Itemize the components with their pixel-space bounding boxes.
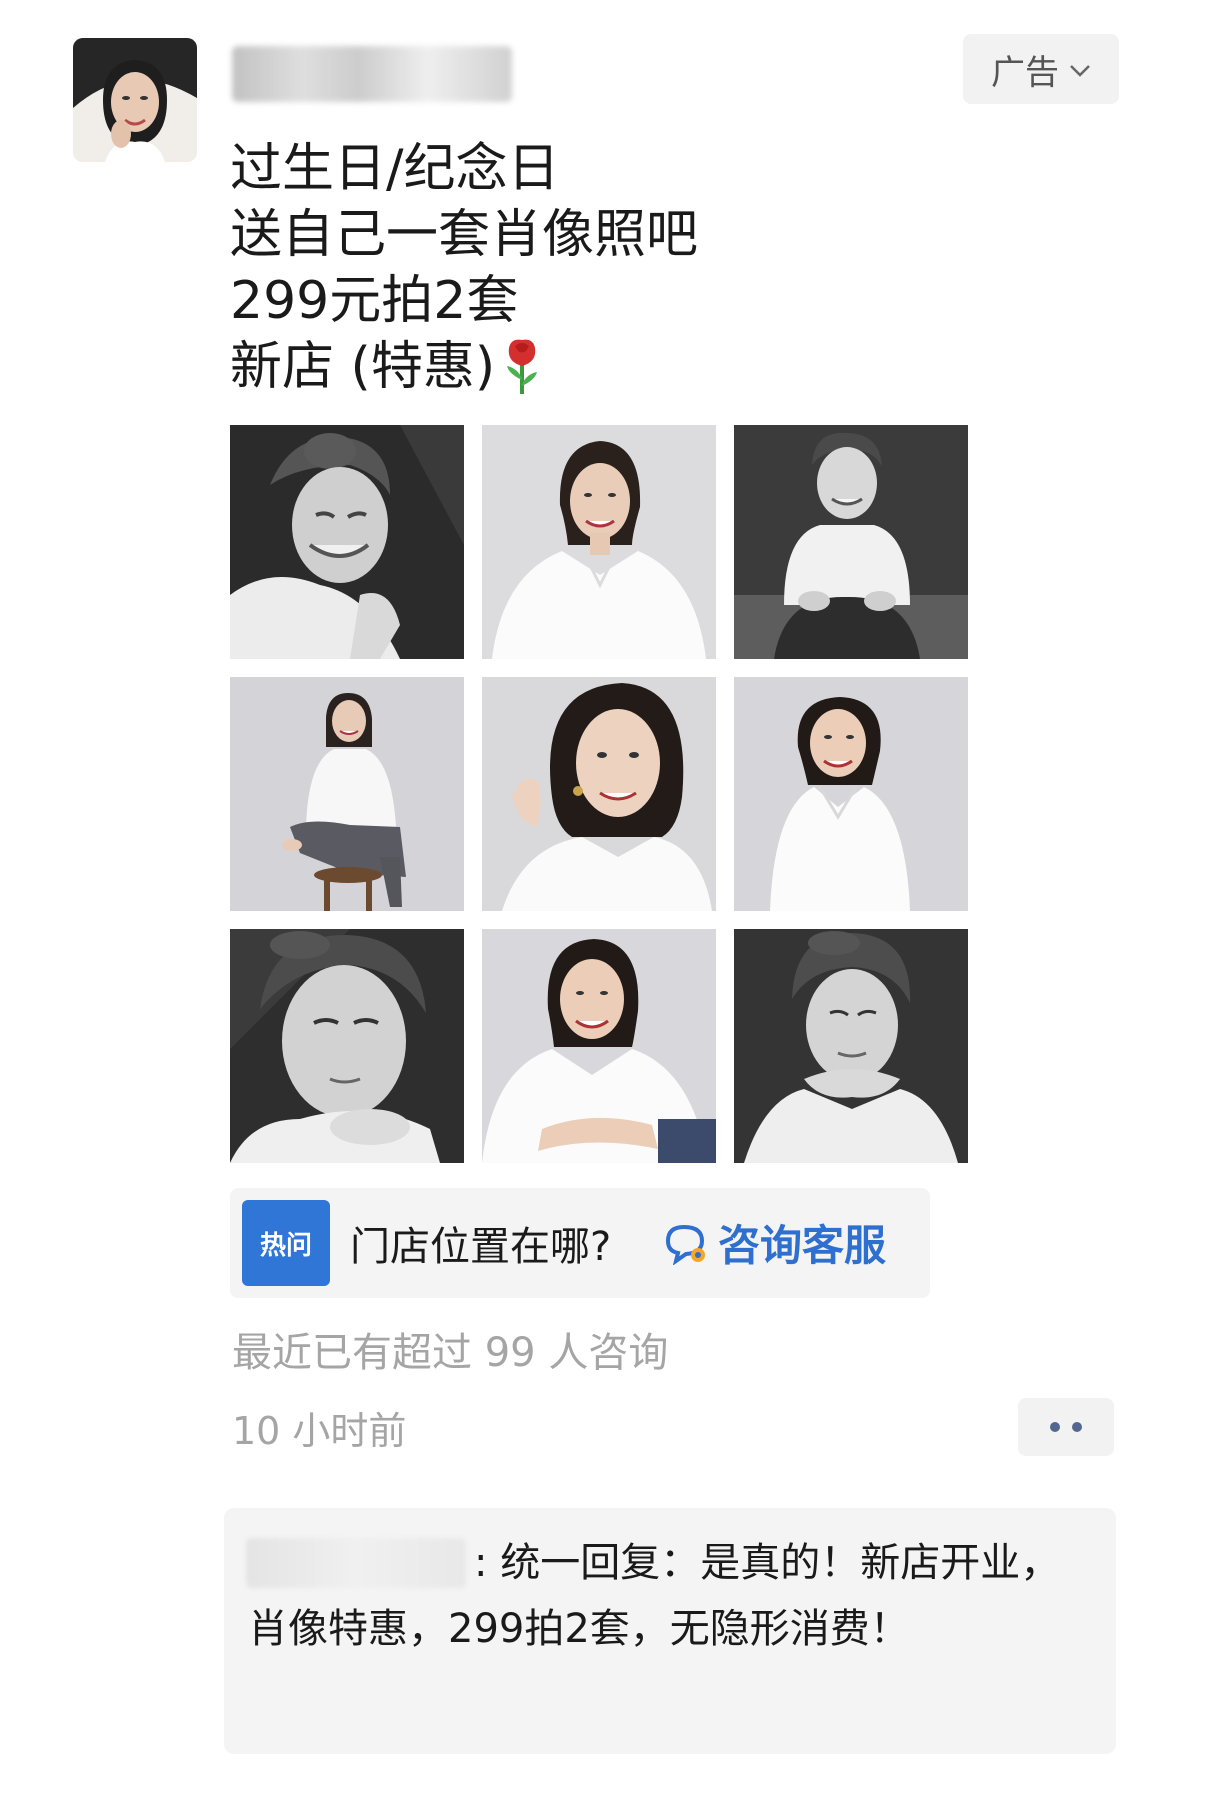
photo-grid xyxy=(230,425,968,1163)
photo-2[interactable] xyxy=(482,425,716,659)
post-text: 过生日/纪念日 送自己一套肖像照吧 299元拍2套 新店 (特惠) xyxy=(230,136,1030,400)
post-line-1: 过生日/纪念日 xyxy=(230,139,560,199)
post-timestamp: 10 小时前 xyxy=(232,1409,407,1453)
photo-image xyxy=(734,929,968,1163)
photo-3[interactable] xyxy=(734,425,968,659)
photo-4[interactable] xyxy=(230,677,464,911)
ad-label: 广告 xyxy=(991,52,1059,93)
rose-icon xyxy=(507,339,538,394)
photo-8[interactable] xyxy=(482,929,716,1163)
photo-7[interactable] xyxy=(230,929,464,1163)
advertiser-avatar[interactable] xyxy=(73,38,197,162)
chat-bubble-icon xyxy=(665,1224,705,1265)
photo-image xyxy=(230,929,464,1163)
consult-count-text: 最近已有超过 99 人咨询 xyxy=(232,1330,669,1376)
photo-6[interactable] xyxy=(734,677,968,911)
comment-text: : 统一回复：是真的！新店开业，肖像特惠，299拍2套，无隐形消费！ xyxy=(248,1540,1061,1652)
photo-image xyxy=(734,677,968,911)
faq-question-link[interactable]: 门店位置在哪? xyxy=(350,1214,611,1272)
post-line-4-text: 新店 (特惠) xyxy=(230,337,496,397)
photo-image xyxy=(482,929,716,1163)
post-line-3: 299元拍2套 xyxy=(230,271,519,331)
comment-card: : 统一回复：是真的！新店开业，肖像特惠，299拍2套，无隐形消费！ xyxy=(224,1508,1116,1754)
post-line-4: 新店 (特惠) xyxy=(230,334,1030,400)
post-line-2: 送自己一套肖像照吧 xyxy=(230,205,699,265)
consult-service-label: 咨询客服 xyxy=(718,1221,887,1270)
consult-service-button[interactable]: 咨询客服 xyxy=(662,1212,886,1273)
chevron-down-icon xyxy=(1069,59,1091,84)
photo-1[interactable] xyxy=(230,425,464,659)
comment-body: : 统一回复：是真的！新店开业，肖像特惠，299拍2套，无隐形消费！ xyxy=(248,1530,1098,1662)
photo-image xyxy=(230,425,464,659)
photo-5[interactable] xyxy=(482,677,716,911)
photo-9[interactable] xyxy=(734,929,968,1163)
hot-question-tag: 热问 xyxy=(242,1200,330,1286)
dot-icon xyxy=(1050,1422,1060,1432)
photo-image xyxy=(230,677,464,911)
photo-image xyxy=(482,677,716,911)
photo-image xyxy=(482,425,716,659)
photo-image xyxy=(734,425,968,659)
more-actions-button[interactable] xyxy=(1018,1398,1114,1456)
advertiser-name-redacted xyxy=(232,46,512,102)
dot-icon xyxy=(1072,1422,1082,1432)
avatar-portrait-image xyxy=(73,38,197,162)
ad-badge-button[interactable]: 广告 xyxy=(963,34,1119,104)
faq-card[interactable]: 热问 门店位置在哪? 咨询客服 xyxy=(230,1188,930,1298)
